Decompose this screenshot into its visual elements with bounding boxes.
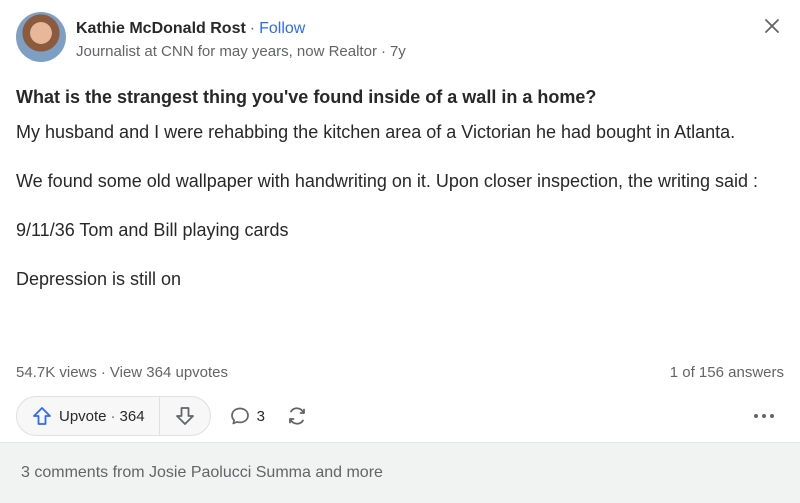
action-bar: Upvote · 364 3 bbox=[16, 396, 784, 436]
upvote-count: 364 bbox=[119, 407, 145, 425]
answer-body: My husband and I were rehabbing the kitc… bbox=[16, 120, 776, 316]
close-icon[interactable] bbox=[762, 16, 782, 36]
avatar[interactable] bbox=[16, 12, 66, 62]
comments-footer[interactable]: 3 comments from Josie Paolucci Summa and… bbox=[0, 442, 800, 503]
separator-dot: · bbox=[110, 407, 116, 425]
comments-summary[interactable]: 3 comments from Josie Paolucci Summa and… bbox=[21, 464, 383, 482]
separator-dot: · bbox=[380, 43, 386, 60]
comment-count: 3 bbox=[256, 407, 265, 425]
upvote-button[interactable]: Upvote · 364 bbox=[17, 397, 159, 435]
view-upvotes-link[interactable]: View 364 upvotes bbox=[110, 364, 228, 381]
answer-paragraph: We found some old wallpaper with handwri… bbox=[16, 171, 759, 191]
more-icon bbox=[754, 414, 774, 418]
answer-paragraph: My husband and I were rehabbing the kitc… bbox=[16, 122, 736, 142]
comment-button[interactable]: 3 bbox=[229, 405, 265, 427]
answer-paragraph: Depression is still on bbox=[16, 269, 182, 289]
author-meta: Kathie McDonald Rost · Follow Journalist… bbox=[76, 20, 406, 60]
author-credential[interactable]: Journalist at CNN for may years, now Rea… bbox=[76, 43, 377, 60]
follow-button[interactable]: Follow bbox=[259, 20, 305, 38]
share-button[interactable] bbox=[285, 404, 309, 428]
answer-position: 1 of 156 answers bbox=[669, 364, 784, 381]
upvote-label: Upvote bbox=[59, 407, 107, 425]
upvote-arrow-icon bbox=[33, 407, 51, 425]
separator-dot: · bbox=[100, 364, 106, 381]
answer-stats: 54.7K views · View 364 upvotes 1 of 156 … bbox=[16, 364, 784, 381]
answer-paragraph: 9/11/36 Tom and Bill playing cards bbox=[16, 220, 289, 240]
downvote-arrow-icon bbox=[175, 407, 194, 425]
stats-left: 54.7K views · View 364 upvotes bbox=[16, 364, 228, 381]
vote-pill: Upvote · 364 bbox=[16, 396, 211, 436]
downvote-button[interactable] bbox=[160, 397, 210, 435]
author-name[interactable]: Kathie McDonald Rost bbox=[76, 20, 246, 38]
share-icon bbox=[289, 407, 305, 425]
question-title[interactable]: What is the strangest thing you've found… bbox=[16, 86, 784, 108]
comment-icon bbox=[230, 407, 249, 425]
credential-row: Journalist at CNN for may years, now Rea… bbox=[76, 43, 406, 60]
name-row: Kathie McDonald Rost · Follow bbox=[76, 20, 406, 38]
answer-age[interactable]: 7y bbox=[390, 43, 406, 60]
answer-card: Kathie McDonald Rost · Follow Journalist… bbox=[0, 0, 800, 503]
views-count: 54.7K views bbox=[16, 364, 97, 381]
answer-header: Kathie McDonald Rost · Follow Journalist… bbox=[16, 12, 784, 68]
separator-dot: · bbox=[249, 20, 256, 37]
more-button[interactable] bbox=[752, 412, 776, 420]
